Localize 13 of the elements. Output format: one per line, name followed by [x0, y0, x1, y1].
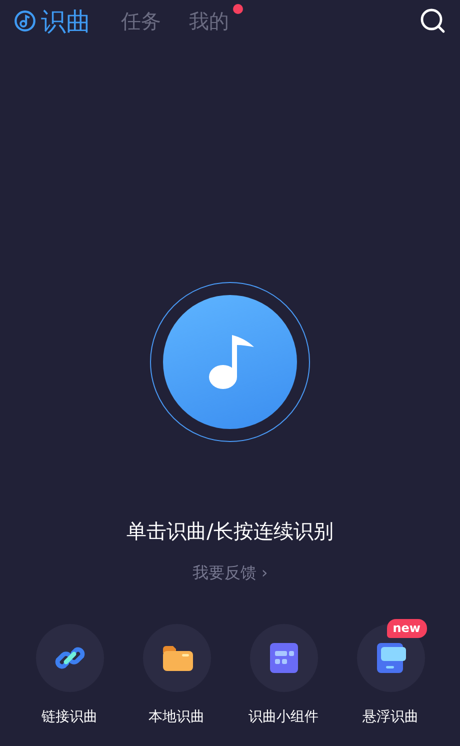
feedback-link[interactable]: 我要反馈 ›	[192, 563, 268, 584]
tool-label: 链接识曲	[42, 708, 98, 726]
new-badge: new	[386, 619, 426, 638]
tool-label: 本地识曲	[148, 708, 204, 726]
music-note-icon	[14, 10, 36, 32]
recognize-button[interactable]	[150, 282, 310, 442]
hint-text: 单击识曲/长按连续识别	[126, 518, 334, 545]
tool-label: 悬浮识曲	[362, 708, 418, 726]
tab[interactable]: 识曲	[14, 4, 91, 38]
tab[interactable]: 我的	[189, 8, 229, 34]
search-icon[interactable]	[420, 8, 446, 34]
tab[interactable]: 任务	[121, 8, 161, 34]
tool-label: 识曲小组件	[248, 708, 318, 726]
